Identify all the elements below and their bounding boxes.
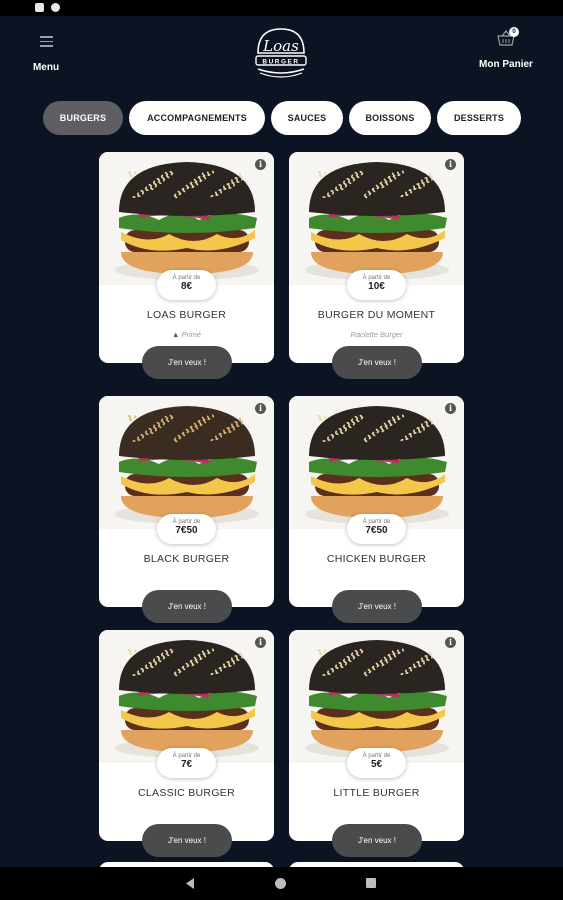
price-badge: À partir de 5€ xyxy=(347,748,406,778)
price-prefix: À partir de xyxy=(172,275,201,281)
add-to-cart-button[interactable]: J'en veux ! xyxy=(142,824,232,857)
back-icon[interactable] xyxy=(184,877,196,890)
product-card[interactable]: i À partir de 10€ BURGER DU MOMENT Racle… xyxy=(289,152,464,379)
app-notification-icon xyxy=(51,3,60,12)
product-name: LITTLE BURGER xyxy=(333,787,420,799)
info-icon[interactable]: i xyxy=(255,637,266,648)
tab-boissons[interactable]: BOISSONS xyxy=(349,101,431,135)
notification-icon xyxy=(35,3,44,12)
price-badge: À partir de 7€ xyxy=(157,748,216,778)
add-to-cart-button[interactable]: J'en veux ! xyxy=(142,346,232,379)
price-prefix: À partir de xyxy=(172,519,201,525)
hamburger-icon xyxy=(39,36,53,47)
price-badge: À partir de 8€ xyxy=(157,270,216,300)
product-image[interactable] xyxy=(99,630,274,763)
tab-burgers[interactable]: BURGERS xyxy=(43,101,123,135)
cart-label: Mon Panier xyxy=(479,59,533,70)
price-amount: 5€ xyxy=(370,759,383,770)
info-icon[interactable]: i xyxy=(445,637,456,648)
info-icon[interactable]: i xyxy=(255,159,266,170)
tab-accompagnements[interactable]: ACCOMPAGNEMENTS xyxy=(129,101,265,135)
cart-count-badge: 0 xyxy=(509,27,519,37)
price-amount: 7€50 xyxy=(175,525,198,536)
product-image[interactable] xyxy=(289,396,464,529)
product-image[interactable] xyxy=(289,630,464,763)
product-name: CHICKEN BURGER xyxy=(326,553,427,565)
product-name: CLASSIC BURGER xyxy=(138,787,235,799)
info-icon[interactable]: i xyxy=(445,403,456,414)
price-amount: 10€ xyxy=(368,281,385,292)
product-name: BLACK BURGER xyxy=(143,553,230,565)
app-header: Menu Loas BURGER 0 Mon Panier xyxy=(0,16,563,90)
product-image[interactable] xyxy=(289,152,464,285)
price-badge: À partir de 10€ xyxy=(347,270,406,300)
product-name: BURGER DU MOMENT xyxy=(317,309,436,321)
price-badge: À partir de 7€50 xyxy=(347,514,406,544)
recent-apps-icon[interactable] xyxy=(366,878,376,888)
menu-button[interactable]: Menu xyxy=(26,36,66,75)
product-card[interactable]: i À partir de 7€50 BLACK BURGER J'en veu… xyxy=(99,396,274,623)
logo-subtext: BURGER xyxy=(262,59,299,66)
price-badge: À partir de 7€50 xyxy=(157,514,216,544)
system-navigation-bar xyxy=(0,867,563,900)
price-prefix: À partir de xyxy=(362,275,391,281)
product-image[interactable] xyxy=(99,152,274,285)
price-amount: 7€ xyxy=(180,759,193,770)
price-amount: 7€50 xyxy=(365,525,388,536)
product-tagline: ▲ Primé xyxy=(171,330,202,339)
menu-label: Menu xyxy=(32,61,60,73)
tab-desserts[interactable]: DESSERTS xyxy=(437,101,521,135)
trophy-icon: ▲ xyxy=(171,330,180,339)
add-to-cart-button[interactable]: J'en veux ! xyxy=(142,590,232,623)
home-icon[interactable] xyxy=(275,878,286,889)
info-icon[interactable]: i xyxy=(445,159,456,170)
product-card[interactable]: i À partir de 7€50 CHICKEN BURGER J'en v… xyxy=(289,396,464,623)
product-card[interactable]: i À partir de 7€ CLASSIC BURGER J'en veu… xyxy=(99,630,274,857)
status-bar xyxy=(0,0,563,16)
product-name: LOAS BURGER xyxy=(146,309,227,321)
add-to-cart-button[interactable]: J'en veux ! xyxy=(332,824,422,857)
product-card[interactable]: i À partir de 5€ LITTLE BURGER J'en veux… xyxy=(289,630,464,857)
price-prefix: À partir de xyxy=(362,519,391,525)
price-amount: 8€ xyxy=(180,281,193,292)
add-to-cart-button[interactable]: J'en veux ! xyxy=(332,590,422,623)
product-card[interactable]: i À partir de 8€ LOAS BURGER ▲ Primé J'e… xyxy=(99,152,274,379)
cart-button[interactable]: 0 Mon Panier xyxy=(472,27,540,72)
info-icon[interactable]: i xyxy=(255,403,266,414)
price-prefix: À partir de xyxy=(172,753,201,759)
tab-sauces[interactable]: SAUCES xyxy=(271,101,343,135)
basket-icon: 0 xyxy=(497,27,519,46)
loas-burger-logo[interactable]: Loas BURGER xyxy=(250,23,312,83)
add-to-cart-button[interactable]: J'en veux ! xyxy=(332,346,422,379)
product-tagline: Raclette Burger xyxy=(350,330,403,339)
logo-script: Loas xyxy=(262,37,299,55)
product-image[interactable] xyxy=(99,396,274,529)
price-prefix: À partir de xyxy=(362,753,391,759)
